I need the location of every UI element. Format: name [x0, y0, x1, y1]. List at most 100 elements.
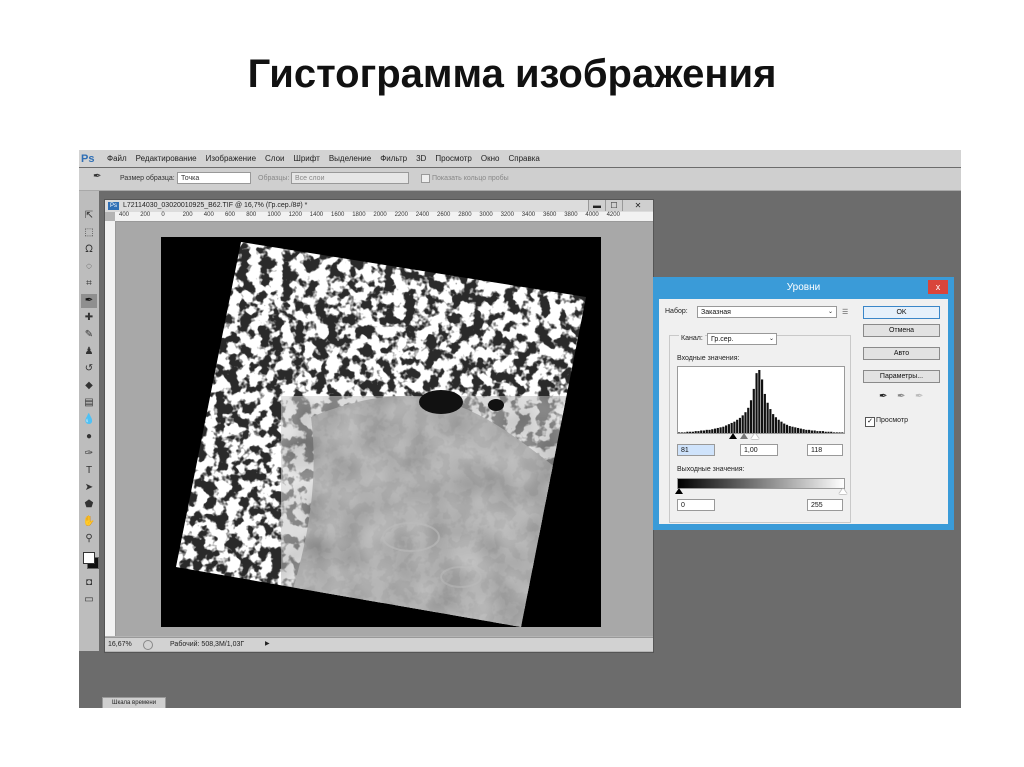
output-white-slider[interactable] — [839, 488, 847, 494]
histogram-bar — [838, 432, 841, 433]
ruler-tick-label: 600 — [225, 212, 236, 218]
quick-mask-icon[interactable]: ◘ — [81, 576, 97, 590]
preset-select[interactable]: Заказная — [697, 306, 837, 318]
histogram-bar — [827, 431, 830, 433]
histogram-bar — [824, 431, 827, 433]
options-button[interactable]: Параметры... — [863, 370, 940, 383]
canvas-area[interactable] — [116, 222, 653, 636]
menu-3d[interactable]: 3D — [416, 154, 426, 163]
output-white-field[interactable]: 255 — [807, 499, 843, 511]
histogram-bar — [761, 379, 764, 433]
black-eyedropper-icon[interactable]: ✒ — [879, 391, 887, 402]
auto-button[interactable]: Авто — [863, 347, 940, 360]
show-ring-checkbox[interactable] — [421, 174, 430, 183]
menu-select[interactable]: Выделение — [329, 154, 371, 163]
crop-tool-icon[interactable]: ⌗ — [81, 277, 97, 291]
share-icon[interactable] — [143, 640, 153, 650]
menu-window[interactable]: Окно — [481, 154, 500, 163]
maximize-button[interactable]: ☐ — [605, 200, 622, 211]
ruler-tick-label: 3600 — [543, 212, 557, 218]
minimize-button[interactable]: ▬ — [588, 200, 605, 211]
menu-type[interactable]: Шрифт — [293, 154, 319, 163]
ps-file-icon: Ps — [108, 202, 119, 210]
gray-eyedropper-icon[interactable]: ✒ — [897, 391, 905, 402]
histogram-bar — [691, 431, 694, 433]
menu-filter[interactable]: Фильтр — [380, 154, 407, 163]
menu-edit[interactable]: Редактирование — [136, 154, 197, 163]
histogram-bar — [708, 429, 711, 433]
histogram-bar — [777, 419, 780, 433]
cancel-button[interactable]: Отмена — [863, 324, 940, 337]
healing-tool-icon[interactable]: ✚ — [81, 311, 97, 325]
input-black-field[interactable]: 81 — [677, 444, 715, 456]
eyedropper-tool-icon[interactable]: ✒ — [81, 294, 97, 308]
input-white-field[interactable]: 118 — [807, 444, 843, 456]
ruler-tick-label: 400 — [203, 212, 214, 218]
ruler-tick-label: 4200 — [606, 212, 620, 218]
levels-body: Набор: Заказная ⌄ ☰ Канал: Гр.сер. ⌄ Вхо… — [659, 299, 948, 524]
ruler-tick-label: 200 — [140, 212, 151, 218]
close-dialog-button[interactable]: x — [928, 280, 948, 294]
input-black-slider[interactable] — [729, 433, 737, 439]
menu-view[interactable]: Просмотр — [435, 154, 472, 163]
ruler-tick-label: 2600 — [437, 212, 451, 218]
eyedropper-icon[interactable]: ✒ — [93, 171, 101, 182]
foreground-color-swatch[interactable] — [83, 552, 95, 564]
histogram — [677, 366, 845, 434]
quick-select-tool-icon[interactable]: ◌ — [81, 260, 97, 274]
screen-mode-icon[interactable]: ▭ — [81, 593, 97, 607]
histogram-bar — [785, 424, 789, 433]
ruler-tick-label: 4000 — [585, 212, 599, 218]
white-eyedropper-icon[interactable]: ✒ — [915, 391, 923, 402]
status-menu-arrow-icon[interactable]: ▶ — [265, 638, 270, 651]
brush-tool-icon[interactable]: ✎ — [81, 328, 97, 342]
input-gamma-field[interactable]: 1,00 — [740, 444, 778, 456]
sample-size-select[interactable]: Точка — [177, 172, 251, 184]
horizontal-ruler: 400 200 0 200 400 600 800 1000 1200 1400 1600 1800 2… — [115, 212, 653, 222]
histogram-bar — [783, 423, 786, 433]
histogram-bar — [738, 417, 742, 433]
input-gamma-slider[interactable] — [740, 433, 748, 439]
timeline-tab[interactable]: Шкала времени — [102, 697, 166, 708]
histogram-bar — [769, 409, 772, 433]
shape-tool-icon[interactable]: ⬟ — [81, 498, 97, 512]
dodge-tool-icon[interactable]: ● — [81, 430, 97, 444]
move-tool-icon[interactable]: ⇱ — [81, 209, 97, 223]
hand-tool-icon[interactable]: ✋ — [81, 515, 97, 529]
path-select-tool-icon[interactable]: ➤ — [81, 481, 97, 495]
preview-checkbox[interactable]: ✓ — [865, 417, 875, 427]
close-document-button[interactable]: ✕ — [622, 200, 653, 211]
eraser-tool-icon[interactable]: ◆ — [81, 379, 97, 393]
ruler-tick-label: 3000 — [479, 212, 493, 218]
menu-file[interactable]: Файл — [107, 154, 127, 163]
histogram-bar — [700, 430, 703, 433]
samples-select[interactable]: Все слои — [291, 172, 409, 184]
marquee-tool-icon[interactable]: ⬚ — [81, 226, 97, 240]
type-tool-icon[interactable]: T — [81, 464, 97, 478]
histogram-bar — [805, 429, 808, 433]
blur-tool-icon[interactable]: 💧 — [81, 413, 97, 427]
histogram-graph — [678, 370, 844, 433]
lasso-tool-icon[interactable]: ᘯ — [81, 243, 97, 257]
ok-button[interactable]: OK — [863, 306, 940, 319]
preset-options-icon[interactable]: ☰ — [842, 308, 848, 316]
pen-tool-icon[interactable]: ✑ — [81, 447, 97, 461]
zoom-level[interactable]: 16,67% — [108, 638, 132, 651]
show-ring-label: Показать кольцо пробы — [432, 175, 509, 182]
zoom-tool-icon[interactable]: ⚲ — [81, 532, 97, 546]
document-tab[interactable]: Ps L72114030_03020010925_B62.TIF @ 16,7%… — [105, 200, 653, 212]
menu-help[interactable]: Справка — [508, 154, 539, 163]
preset-dropdown-icon: ⌄ — [828, 309, 834, 315]
ruler-tick-label: 1400 — [309, 212, 324, 218]
ruler-tick-label: 2000 — [373, 212, 387, 218]
input-white-slider[interactable] — [751, 433, 759, 439]
menu-bar: Ps Файл Редактирование Изображение Слои … — [79, 150, 961, 167]
menu-image[interactable]: Изображение — [206, 154, 256, 163]
menu-layers[interactable]: Слои — [265, 154, 284, 163]
output-black-slider[interactable] — [675, 488, 683, 494]
stamp-tool-icon[interactable]: ♟ — [81, 345, 97, 359]
channel-select[interactable]: Гр.сер. — [707, 333, 777, 345]
gradient-tool-icon[interactable]: ▤ — [81, 396, 97, 410]
output-black-field[interactable]: 0 — [677, 499, 715, 511]
history-brush-icon[interactable]: ↺ — [81, 362, 97, 376]
